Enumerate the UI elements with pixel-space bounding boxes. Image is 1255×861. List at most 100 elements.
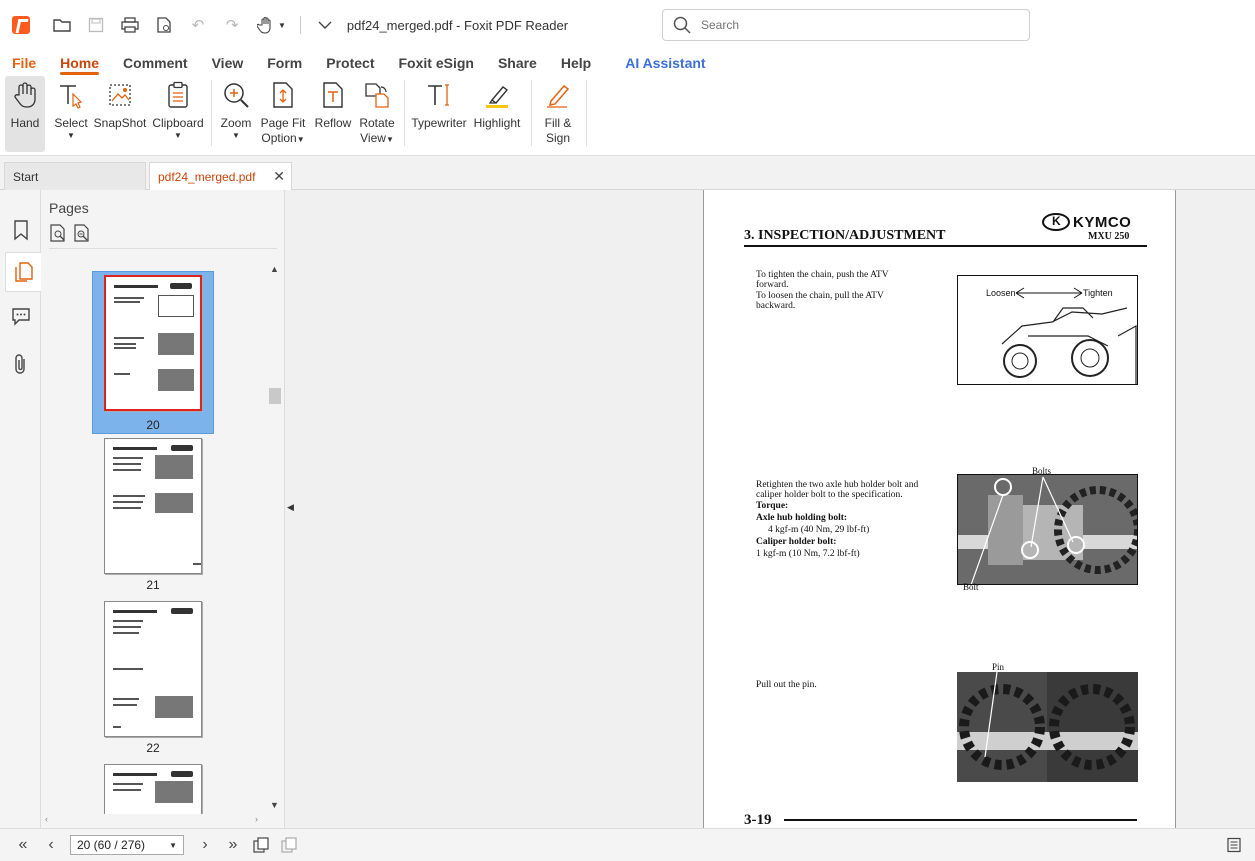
bolt-label: Bolt (963, 582, 979, 592)
select-button[interactable]: Select ▼ (51, 76, 91, 152)
redo-icon[interactable]: ↷ (222, 15, 242, 35)
attachments-panel-button[interactable] (5, 344, 37, 384)
retighten-text: Retighten the two axle hub holder bolt a… (756, 480, 919, 500)
page-setup-icon[interactable] (154, 15, 174, 35)
paperclip-icon (15, 354, 25, 374)
tab-pdf24-merged[interactable]: pdf24_merged.pdf ✕ (149, 162, 292, 190)
pdf-page: 3. INSPECTION/ADJUSTMENT KYMCO MXU 250 T… (703, 190, 1176, 828)
scroll-right-icon[interactable]: › (255, 814, 258, 824)
collapse-panel-icon[interactable]: ◀ (287, 502, 294, 513)
save-icon[interactable] (86, 15, 106, 35)
caliper-bolt-value: 1 kgf-m (10 Nm, 7.2 lbf-ft) (756, 549, 860, 559)
previous-page-icon[interactable]: ‹ (40, 834, 62, 856)
typewriter-button[interactable]: Typewriter (409, 76, 469, 152)
chevron-down-icon[interactable]: ▼ (278, 21, 286, 30)
page-layout-icon[interactable] (1223, 834, 1245, 856)
page-heading: 3. INSPECTION/ADJUSTMENT (744, 228, 946, 243)
search-box[interactable] (662, 9, 1030, 41)
customize-qat-icon[interactable] (315, 15, 335, 35)
atv-figure: Loosen Tighten (957, 275, 1138, 385)
reflow-button[interactable]: Reflow (310, 76, 356, 152)
next-page-icon[interactable]: › (194, 834, 216, 856)
pages-panel-button[interactable] (5, 252, 41, 292)
next-view-icon[interactable] (278, 834, 300, 856)
foxit-logo-icon[interactable] (12, 16, 30, 34)
last-page-icon[interactable]: » (222, 834, 244, 856)
comments-panel-button[interactable] (5, 296, 37, 336)
scrollbar-thumb[interactable] (269, 388, 281, 404)
zoom-button[interactable]: Zoom ▼ (216, 76, 256, 152)
menu-home[interactable]: Home (48, 50, 111, 76)
divider (49, 248, 277, 249)
loosen-label: Loosen (986, 288, 1016, 298)
menu-form[interactable]: Form (255, 50, 314, 76)
thumbnails-vertical-scrollbar[interactable]: ▲ ▼ (268, 262, 282, 814)
chevron-down-icon[interactable]: ▼ (169, 841, 177, 850)
hand-label: Hand (10, 116, 40, 130)
bookmarks-panel-button[interactable] (5, 210, 37, 250)
scroll-up-icon[interactable]: ▲ (270, 264, 279, 274)
zoom-label: Zoom (220, 116, 252, 130)
separator (586, 80, 587, 146)
menu-ai-assistant[interactable]: AI Assistant (613, 50, 717, 76)
page-fit-option-button[interactable]: Page Fit Option▼ (256, 76, 310, 152)
page-options-icon[interactable] (49, 224, 67, 242)
snapshot-button[interactable]: SnapShot (91, 76, 149, 152)
caliper-bolt-label: Caliper holder bolt: (756, 537, 837, 547)
model-label: MXU 250 (1088, 231, 1130, 242)
clipboard-label: Clipboard (152, 116, 204, 130)
separator (404, 80, 405, 146)
thumbnail-page-number: 22 (146, 741, 160, 755)
hand-tool-icon[interactable] (256, 15, 276, 35)
chain-text-1: To tighten the chain, push the ATV forwa… (756, 270, 889, 290)
menu-foxit-esign[interactable]: Foxit eSign (386, 50, 485, 76)
menu-bar: File Home Comment View Form Protect Foxi… (0, 50, 1255, 76)
rotate-view-button[interactable]: Rotate View▼ (356, 76, 398, 152)
thumbnail-image (104, 601, 202, 737)
scroll-down-icon[interactable]: ▼ (270, 800, 279, 810)
clipboard-icon (163, 80, 193, 110)
menu-file[interactable]: File (0, 50, 48, 76)
search-icon (673, 16, 691, 34)
search-input[interactable] (701, 18, 1001, 32)
page-fit-label: Page Fit Option▼ (260, 116, 306, 145)
menu-comment[interactable]: Comment (111, 50, 200, 76)
thumbnails-horizontal-scrollbar[interactable]: ‹ › (41, 814, 268, 826)
open-folder-icon[interactable] (52, 15, 72, 35)
tab-current-label: pdf24_merged.pdf (158, 169, 256, 184)
typewriter-icon (424, 80, 454, 110)
select-text-icon (56, 80, 86, 110)
bookmark-icon (14, 220, 28, 241)
page-thumbnail-23[interactable] (93, 764, 213, 814)
undo-icon[interactable]: ↶ (188, 15, 208, 35)
tab-start[interactable]: Start (4, 162, 146, 190)
menu-share[interactable]: Share (486, 50, 549, 76)
tighten-label: Tighten (1083, 288, 1113, 298)
highlight-button[interactable]: Highlight (469, 76, 525, 152)
panel-splitter[interactable]: ◀ (284, 190, 298, 828)
fill-sign-button[interactable]: Fill & Sign (536, 76, 580, 152)
snapshot-icon (105, 80, 135, 110)
select-label: Select (54, 116, 88, 130)
page-indicator: 20 (60 / 276) (77, 838, 146, 852)
pages-panel: Pages 20 21 22 ▲ ▼ ‹ › (41, 190, 284, 828)
page-number-field[interactable]: 20 (60 / 276) ▼ (70, 835, 184, 855)
close-icon[interactable]: ✕ (273, 168, 285, 185)
heading-rule (744, 245, 1147, 247)
thumbnail-image (104, 275, 202, 411)
footer-rule (784, 819, 1137, 821)
menu-view[interactable]: View (200, 50, 256, 76)
clipboard-button[interactable]: Clipboard ▼ (149, 76, 207, 152)
previous-view-icon[interactable] (250, 834, 272, 856)
hand-button[interactable]: Hand (5, 76, 45, 152)
kymco-logo-icon (1042, 213, 1070, 231)
zoom-thumbnail-icon[interactable] (73, 224, 91, 242)
first-page-icon[interactable]: « (12, 834, 34, 856)
navigation-rail (0, 190, 41, 828)
thumbnail-page-number: 20 (146, 418, 160, 432)
document-view[interactable]: 3. INSPECTION/ADJUSTMENT KYMCO MXU 250 T… (298, 190, 1255, 828)
scroll-left-icon[interactable]: ‹ (45, 814, 48, 824)
menu-protect[interactable]: Protect (314, 50, 386, 76)
print-icon[interactable] (120, 15, 140, 35)
menu-help[interactable]: Help (549, 50, 603, 76)
